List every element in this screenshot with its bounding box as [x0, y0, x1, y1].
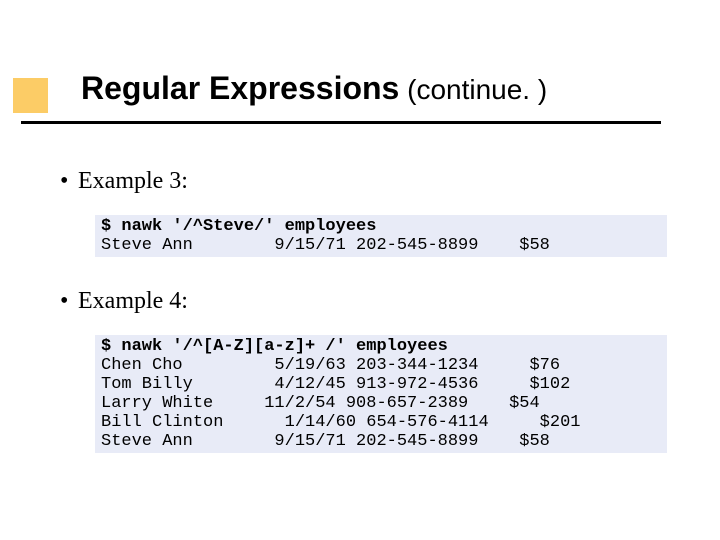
bullet-example-3: •Example 3:	[60, 168, 188, 195]
code-output: Chen Cho 5/19/63 203-344-1234 $76 Tom Bi…	[101, 356, 580, 451]
slide-title: Regular Expressions (continue. )	[21, 70, 661, 124]
bullet-text: Example 4:	[78, 288, 188, 314]
bullet-example-4: •Example 4:	[60, 288, 188, 315]
bullet-text: Example 3:	[78, 168, 188, 194]
title-main: Regular Expressions	[81, 70, 399, 106]
code-block-1: $ nawk '/^Steve/' employees Steve Ann 9/…	[95, 215, 667, 257]
code-output: Steve Ann 9/15/71 202-545-8899 $58	[101, 236, 550, 255]
code-block-2: $ nawk '/^[A-Z][a-z]+ /' employees Chen …	[95, 335, 667, 453]
title-sub: (continue. )	[399, 74, 547, 105]
code-command: $ nawk '/^Steve/' employees	[101, 217, 376, 236]
code-command: $ nawk '/^[A-Z][a-z]+ /' employees	[101, 337, 448, 356]
